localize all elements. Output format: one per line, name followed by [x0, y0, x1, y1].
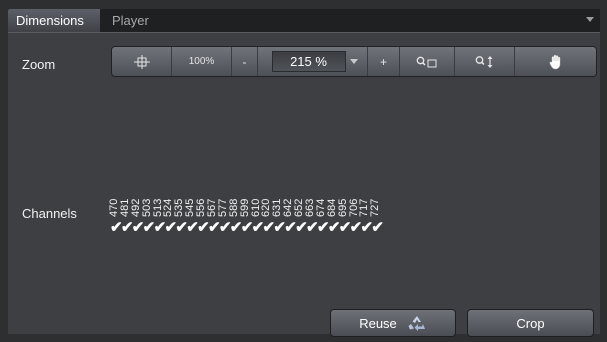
channel-label: 492	[129, 198, 142, 217]
zoom-vertical-button[interactable]	[455, 47, 515, 76]
zoom-out-button[interactable]: -	[232, 47, 258, 76]
zoom-toolbar: 100% - 215 % +	[111, 46, 597, 77]
channel-727: 727 ✔	[369, 190, 384, 240]
tab-bar: Dimensions Player	[8, 9, 600, 33]
zoom-in-button[interactable]: +	[368, 47, 400, 76]
dimensions-panel: Dimensions Player Zoom 100% - 215 % + Ch…	[0, 0, 607, 342]
channel-checkbox[interactable]: ✔	[371, 220, 384, 236]
channels-label: Channels	[22, 206, 77, 221]
reuse-button[interactable]: Reuse	[330, 309, 456, 337]
crop-button[interactable]: Crop	[467, 309, 594, 337]
fit-to-window-button[interactable]	[112, 47, 172, 76]
tab-player[interactable]: Player	[104, 9, 157, 32]
channel-label: 503	[140, 198, 153, 217]
channel-label: 695	[336, 198, 349, 217]
pan-button[interactable]	[515, 47, 596, 76]
panel-menu-arrow-icon[interactable]	[586, 17, 594, 22]
zoom-label: Zoom	[22, 57, 56, 72]
zoom-value-group: 215 %	[258, 47, 368, 76]
zoom-value-field[interactable]: 215 %	[271, 51, 346, 72]
zoom-rectangle-button[interactable]	[400, 47, 455, 76]
fit-to-window-icon	[133, 54, 150, 69]
channel-label: 588	[227, 198, 240, 217]
channel-label: 599	[238, 198, 251, 217]
recycle-icon	[408, 316, 425, 331]
zoom-dropdown-arrow-icon[interactable]	[349, 59, 358, 64]
reuse-button-label: Reuse	[359, 315, 397, 331]
zoom-rectangle-icon	[416, 56, 437, 67]
dimensions-content	[8, 33, 600, 334]
zoom-100-button[interactable]: 100%	[172, 47, 232, 76]
hand-pan-icon	[549, 54, 560, 69]
crop-button-label: Crop	[516, 315, 545, 331]
tab-dimensions[interactable]: Dimensions	[8, 9, 100, 32]
channel-label: 684	[325, 198, 338, 217]
channel-label: 727	[369, 198, 382, 217]
channel-list: 470 ✔ 481 ✔ 492 ✔ 503 ✔ 513 ✔ 524 ✔ 535 ✔ 545 ✔ 556 ✔ 567 ✔…	[108, 190, 384, 240]
zoom-vertical-icon	[475, 55, 492, 68]
